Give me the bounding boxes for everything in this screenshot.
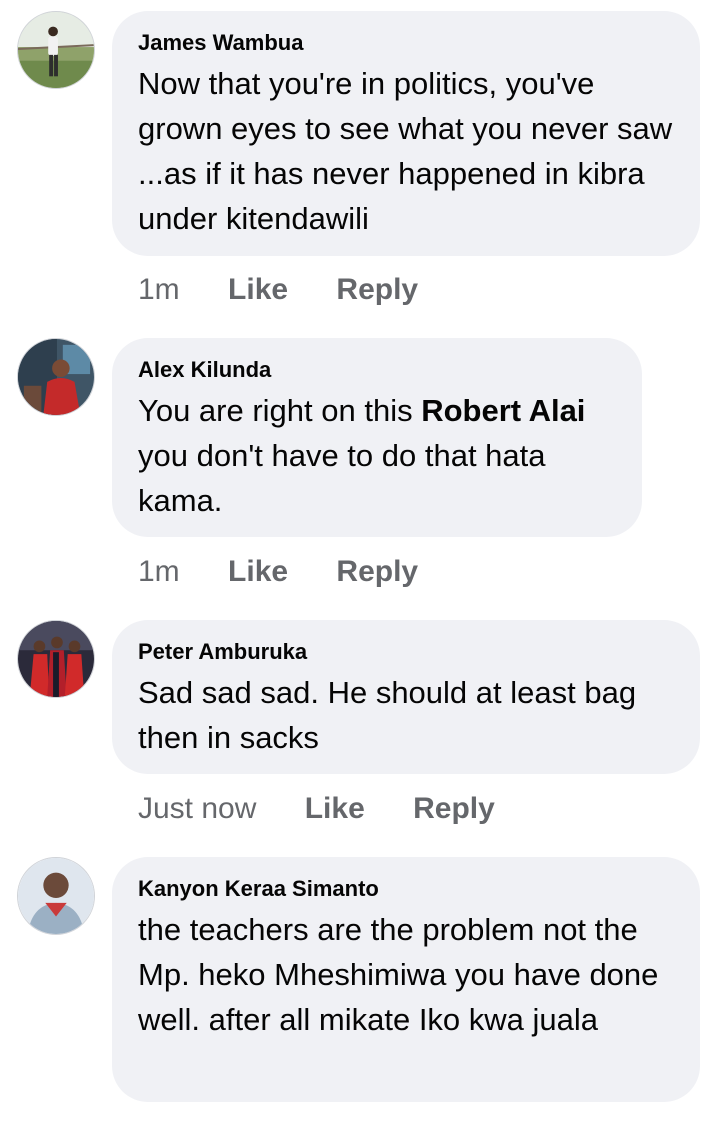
avatar[interactable]: [17, 338, 95, 416]
comment-text-after: you don't have to do that hata kama.: [138, 438, 546, 518]
person-portrait-photo-icon: [18, 858, 94, 934]
avatar[interactable]: [17, 620, 95, 698]
person-standing-photo-icon: [18, 12, 94, 88]
comment-timestamp[interactable]: Just now: [138, 792, 256, 826]
comment-author[interactable]: Peter Amburuka: [138, 638, 674, 666]
comment-text: Now that you're in politics, you've grow…: [138, 66, 673, 236]
avatar[interactable]: [17, 11, 95, 89]
like-button[interactable]: Like: [228, 273, 288, 307]
like-button[interactable]: Like: [228, 555, 288, 589]
reply-button[interactable]: Reply: [336, 273, 418, 307]
group-red-robes-photo-icon: [18, 621, 94, 697]
comment-timestamp[interactable]: 1m: [138, 555, 180, 589]
comment-text: You are right on this Robert Alai you do…: [138, 388, 616, 523]
mention-link[interactable]: Robert Alai: [421, 393, 585, 428]
avatar[interactable]: [17, 857, 95, 935]
comment-text: Sad sad sad. He should at least bag then…: [138, 675, 637, 755]
comment-bubble: Peter Amburuka Sad sad sad. He should at…: [112, 620, 700, 774]
comment-author[interactable]: Kanyon Keraa Simanto: [138, 875, 674, 903]
comment-author[interactable]: James Wambua: [138, 29, 674, 57]
person-red-shirt-photo-icon: [18, 339, 94, 415]
reply-button[interactable]: Reply: [413, 792, 495, 826]
comment-text: the teachers are the problem not the Mp.…: [138, 912, 659, 1037]
comment-bubble: Alex Kilunda You are right on this Rober…: [112, 338, 642, 537]
comment-bubble: Kanyon Keraa Simanto the teachers are th…: [112, 857, 700, 1102]
comment-actions: 1m Like Reply: [138, 273, 418, 307]
comment-author[interactable]: Alex Kilunda: [138, 356, 616, 384]
reply-button[interactable]: Reply: [336, 555, 418, 589]
comment-actions: Just now Like Reply: [138, 792, 495, 826]
comment-text-before: You are right on this: [138, 393, 422, 428]
like-button[interactable]: Like: [305, 792, 365, 826]
comment-bubble: James Wambua Now that you're in politics…: [112, 11, 700, 256]
comment-actions: 1m Like Reply: [138, 555, 418, 589]
comment-timestamp[interactable]: 1m: [138, 273, 180, 307]
